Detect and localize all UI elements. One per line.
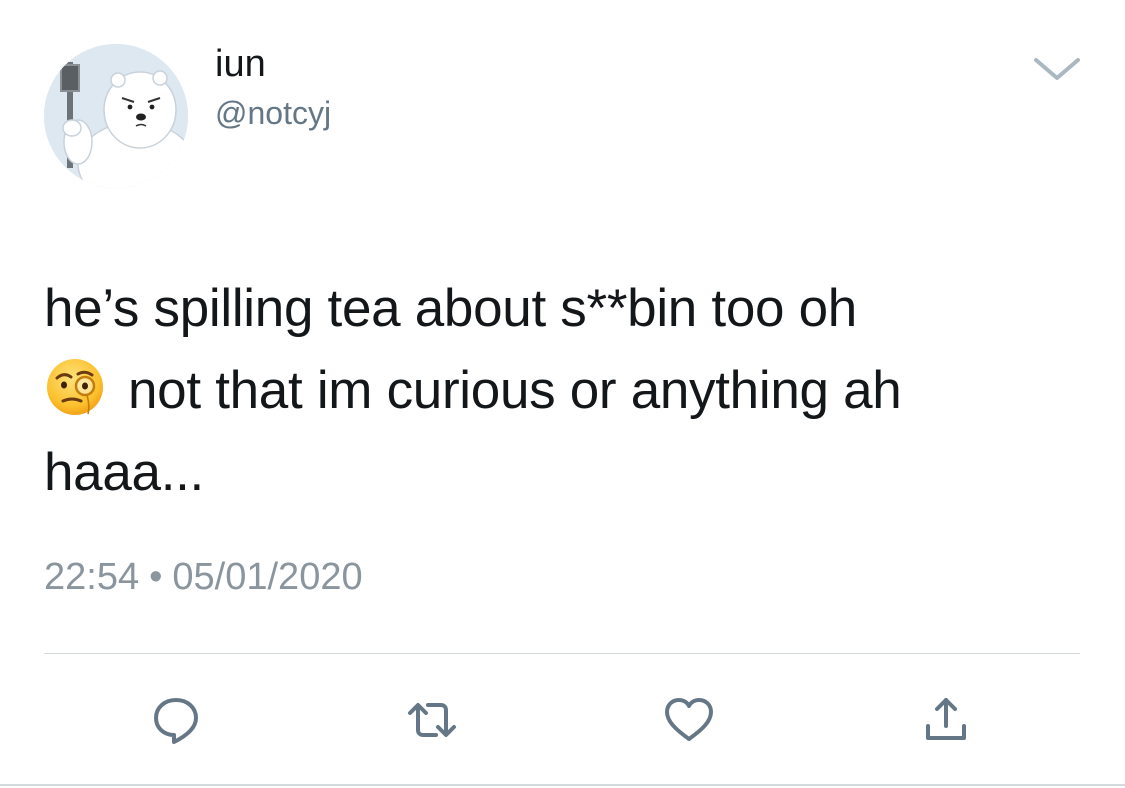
- tweet-text: he’s spilling tea about s**bin too oh no…: [44, 268, 1094, 514]
- tweet-timestamp[interactable]: 22:54 • 05/01/2020: [44, 552, 363, 602]
- display-name[interactable]: iun: [215, 40, 266, 88]
- share-icon: [926, 698, 966, 740]
- avatar[interactable]: [44, 44, 188, 188]
- tweet-text-line: not that im curious or anything ah: [128, 361, 902, 420]
- divider: [44, 653, 1080, 654]
- tweet-text-line-with-emoji: not that im curious or anything ah: [44, 350, 1094, 432]
- tweet-time: 22:54: [44, 556, 140, 598]
- like-button[interactable]: [661, 692, 717, 748]
- tweet-text-line: he’s spilling tea about s**bin too oh: [44, 279, 857, 338]
- share-button[interactable]: [918, 692, 974, 748]
- heart-icon: [665, 698, 713, 741]
- retweet-button[interactable]: [404, 692, 460, 748]
- polar-bear-avatar-image: [44, 44, 188, 188]
- retweet-icon: [408, 703, 456, 737]
- tweet-text-line: haaa...: [44, 443, 204, 502]
- face-with-monocle-emoji-icon: [44, 356, 106, 418]
- reply-button[interactable]: [148, 692, 204, 748]
- username-handle[interactable]: @notcyj: [215, 93, 331, 133]
- tweet-date: 05/01/2020: [172, 556, 363, 598]
- reply-icon: [154, 698, 198, 744]
- bottom-divider: [0, 784, 1125, 786]
- chevron-down-icon[interactable]: [1030, 52, 1084, 86]
- timestamp-separator: •: [149, 556, 163, 598]
